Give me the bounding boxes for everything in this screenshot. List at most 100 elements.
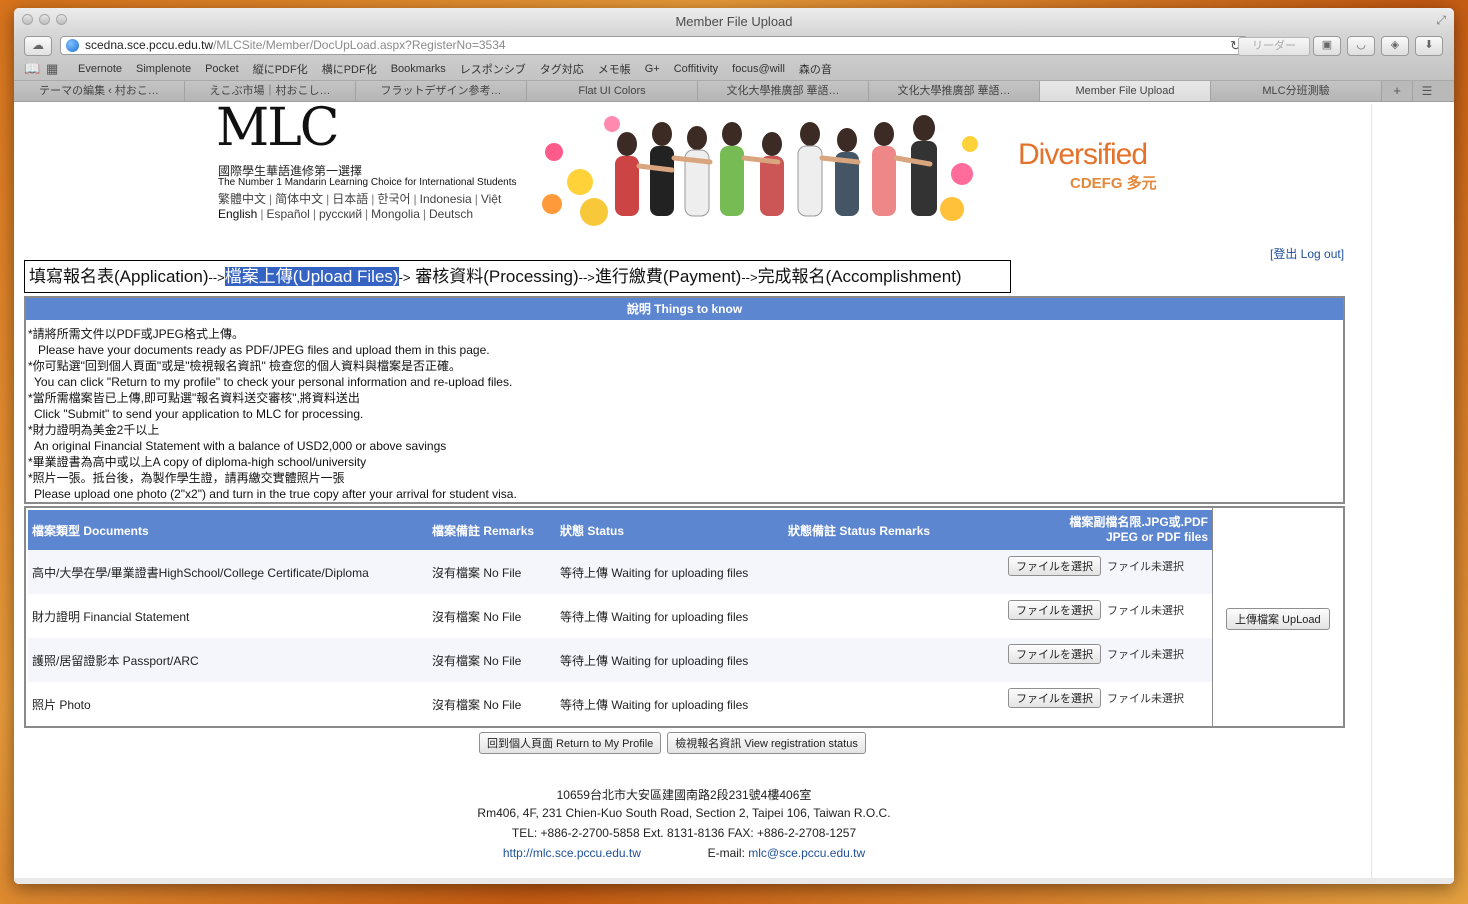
- upload-button[interactable]: 上傳檔案 UpLoad: [1226, 608, 1330, 630]
- cdefg-tagline: CDEFG 多元: [1070, 175, 1157, 192]
- notice-line: Click "Submit" to send your application …: [34, 407, 364, 421]
- file-input-cell: ファイルを選択 ファイル未選択: [1004, 550, 1212, 594]
- download-icon[interactable]: ⬇: [1415, 36, 1443, 56]
- notice-line: An original Financial Statement with a b…: [34, 439, 447, 453]
- step-application: 填寫報名表(Application): [29, 267, 209, 286]
- lang-link[interactable]: Mongolia: [371, 207, 420, 221]
- doc-status: 等待上傳 Waiting for uploading files: [556, 638, 784, 682]
- bookmark-item[interactable]: タグ対応: [540, 61, 584, 77]
- bookmark-item[interactable]: Simplenote: [136, 63, 191, 75]
- lang-link[interactable]: Indonesia: [420, 192, 472, 206]
- page-edge: [1371, 104, 1372, 884]
- reading-list-icon[interactable]: 📖: [24, 61, 42, 77]
- no-file-label: ファイル未選択: [1107, 605, 1184, 617]
- students-photo: [532, 104, 982, 226]
- file-input-cell: ファイルを選択 ファイル未選択: [1004, 594, 1212, 638]
- lang-link[interactable]: 日本語: [332, 192, 368, 206]
- documents-table: 檔案類型 Documents 檔案備註 Remarks 狀態 Status 狀態…: [28, 510, 1212, 726]
- footer-tel: TEL: +886-2-2700-5858 Ext. 8131-8136 FAX…: [511, 826, 857, 840]
- bookmark-item[interactable]: メモ帳: [598, 61, 631, 77]
- logout-link[interactable]: [登出 Log out]: [1270, 245, 1344, 262]
- title-bar: Member File Upload ⤢: [14, 8, 1454, 34]
- notice-line: *財力證明為美金2千以上: [28, 423, 160, 437]
- website-link[interactable]: http://mlc.sce.pccu.edu.tw: [503, 846, 641, 860]
- table-row: 照片 Photo 沒有檔案 No File 等待上傳 Waiting for u…: [28, 682, 1212, 726]
- return-profile-button[interactable]: 回到個人頁面 Return to My Profile: [479, 732, 662, 754]
- horizontal-scrollbar[interactable]: [14, 878, 1454, 884]
- bookmark-item[interactable]: Evernote: [78, 63, 122, 75]
- col-status: 狀態 Status: [556, 510, 784, 550]
- share-icon[interactable]: ▣: [1313, 36, 1341, 56]
- lang-link[interactable]: русский: [319, 207, 362, 221]
- globe-icon: [66, 39, 79, 52]
- bookmark-item[interactable]: 横にPDF化: [322, 61, 377, 77]
- footer-address-en: Rm406, 4F, 231 Chien-Kuo South Road, Sec…: [477, 806, 891, 820]
- lang-link[interactable]: 한국어: [377, 192, 410, 206]
- url-host: scedna.sce.pccu.edu.tw: [85, 38, 214, 52]
- url-path: /MLCSite/Member/DocUpLoad.aspx?RegisterN…: [213, 38, 506, 52]
- progress-steps: 填寫報名表(Application)-->檔案上傳(Upload Files)-…: [24, 260, 1011, 293]
- bookmark-item[interactable]: Coffitivity: [674, 63, 718, 75]
- view-status-button[interactable]: 檢視報名資訊 View registration status: [667, 732, 866, 754]
- tab[interactable]: テーマの編集 ‹ 村おこ…: [14, 81, 185, 101]
- bottom-actions: 回到個人頁面 Return to My Profile 檢視報名資訊 View …: [479, 732, 866, 754]
- lang-link[interactable]: Español: [266, 207, 309, 221]
- choose-file-button[interactable]: ファイルを選択: [1008, 688, 1101, 708]
- address-bar[interactable]: scedna.sce.pccu.edu.tw/MLCSite/Member/Do…: [60, 36, 1248, 55]
- step-accomplishment: 完成報名(Accomplishment): [757, 267, 962, 286]
- notice-line: You can click "Return to my profile" to …: [34, 375, 513, 389]
- toolbar: ☁ scedna.sce.pccu.edu.tw/MLCSite/Member/…: [14, 34, 1454, 58]
- tab[interactable]: MLC分班測驗: [1211, 81, 1382, 101]
- language-links-2: English | Español | русский | Mongolia | Deutsch: [218, 207, 474, 221]
- email-link[interactable]: mlc@sce.pccu.edu.tw: [748, 846, 865, 860]
- doc-status: 等待上傳 Waiting for uploading files: [556, 550, 784, 594]
- language-links: 繁體中文 | 简体中文 | 日本語 | 한국어 | Indonesia | Việt: [218, 192, 502, 206]
- icloud-tabs-icon[interactable]: ☁: [24, 36, 52, 56]
- doc-status: 等待上傳 Waiting for uploading files: [560, 609, 749, 624]
- bookmark-item[interactable]: 森の音: [799, 61, 832, 77]
- notice-line: *請將所需文件以PDF或JPEG格式上傳。: [28, 327, 245, 341]
- lang-link[interactable]: 简体中文: [275, 192, 323, 206]
- tab[interactable]: フラットデザイン参考…: [356, 81, 527, 101]
- bookmark-item[interactable]: focus@will: [732, 63, 785, 75]
- choose-file-button[interactable]: ファイルを選択: [1008, 600, 1101, 620]
- tab[interactable]: 文化大學推廣部 華語…: [869, 81, 1040, 101]
- reader-button[interactable]: リーダー: [1238, 37, 1310, 56]
- file-input-cell: ファイルを選択 ファイル未選択: [1004, 638, 1212, 682]
- tab-active[interactable]: Member File Upload: [1040, 81, 1211, 101]
- bookmark-item[interactable]: G+: [645, 63, 660, 75]
- step-upload-current: 檔案上傳(Upload Files): [224, 267, 399, 286]
- notice-line: *你可點選"回到個人頁面"或是"檢視報名資訊" 檢查您的個人資料與檔案是否正確。: [28, 359, 462, 373]
- doc-name: 護照/居留證影本 Passport/ARC: [28, 638, 428, 682]
- new-tab-icon[interactable]: +: [1382, 81, 1413, 101]
- tab[interactable]: Flat UI Colors: [527, 81, 698, 101]
- doc-status: 等待上傳 Waiting for uploading files: [560, 697, 749, 712]
- notice-line: Please upload one photo (2"x2") and turn…: [34, 487, 517, 501]
- lang-link[interactable]: Deutsch: [429, 207, 473, 221]
- bookmark-item[interactable]: レスポンシブ: [460, 61, 526, 77]
- table-row: 護照/居留證影本 Passport/ARC 沒有檔案 No File 等待上傳 …: [28, 638, 1212, 682]
- notice-line: *畢業證書為高中或以上A copy of diploma-high school…: [28, 455, 367, 469]
- file-input-cell: ファイルを選択 ファイル未選択: [1004, 682, 1212, 726]
- tab-list-icon[interactable]: ☰: [1413, 81, 1441, 101]
- notice-line: *當所需檔案皆已上傳,即可點選"報名資料送交審核",將資料送出: [28, 391, 360, 405]
- choose-file-button[interactable]: ファイルを選択: [1008, 644, 1101, 664]
- pocket-icon[interactable]: ◡: [1347, 36, 1375, 56]
- bookmark-item[interactable]: Bookmarks: [391, 63, 446, 75]
- lang-link[interactable]: English: [218, 207, 257, 221]
- extension-icon[interactable]: ◈: [1381, 36, 1409, 56]
- top-sites-icon[interactable]: ▦: [46, 61, 64, 77]
- things-to-know-panel: 說明 Things to know *請將所需文件以PDF或JPEG格式上傳。 …: [24, 296, 1345, 504]
- choose-file-button[interactable]: ファイルを選択: [1008, 556, 1101, 576]
- lang-link[interactable]: 繁體中文: [218, 192, 266, 206]
- fullscreen-icon[interactable]: ⤢: [1436, 13, 1446, 28]
- footer-address-cn: 10659台北市大安區建國南路2段231號4樓406室: [556, 788, 812, 802]
- footer-contact: http://mlc.sce.pccu.edu.tw E-mail: mlc@s…: [14, 846, 1354, 860]
- bookmark-item[interactable]: Pocket: [205, 63, 239, 75]
- tab[interactable]: 文化大學推廣部 華語…: [698, 81, 869, 101]
- lang-link[interactable]: Việt: [481, 192, 501, 206]
- bookmark-item[interactable]: 縦にPDF化: [253, 61, 308, 77]
- tab[interactable]: えこぶ市場｜村おこし…: [185, 81, 356, 101]
- page-content: MLC 國際學生華語進修第一選擇 The Number 1 Mandarin L…: [14, 104, 1454, 884]
- no-file-label: ファイル未選択: [1107, 693, 1184, 705]
